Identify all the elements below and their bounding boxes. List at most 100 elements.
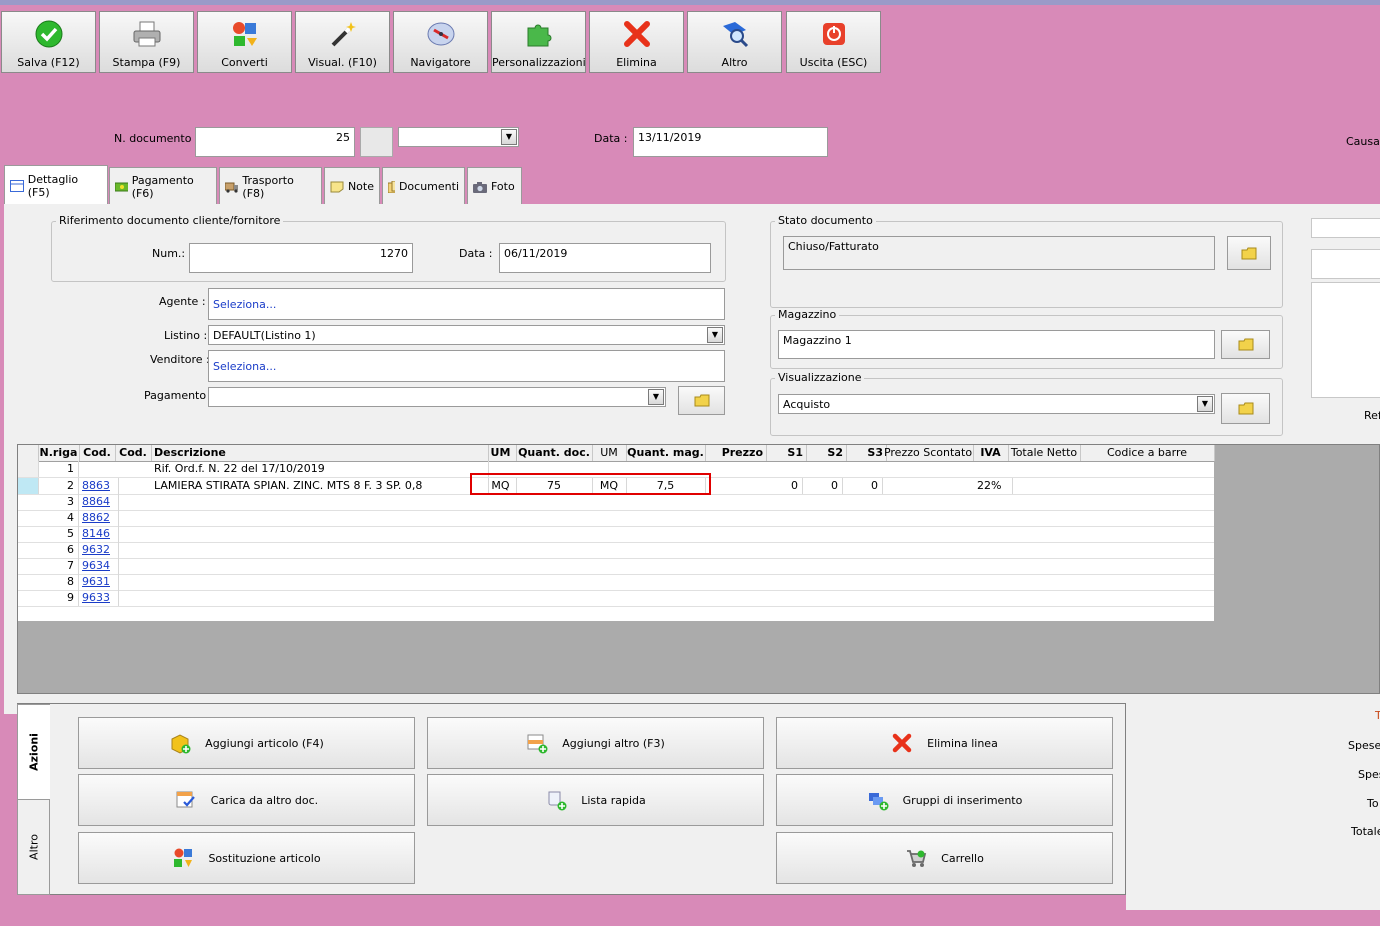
agente-field[interactable]: Seleziona...	[208, 288, 725, 320]
altro-button[interactable]: Altro	[687, 11, 782, 73]
note-icon	[330, 181, 344, 192]
ndoc-suffix-field[interactable]	[360, 127, 393, 157]
tab-note[interactable]: Note	[324, 167, 380, 205]
carica-altro-doc-label: Carica da altro doc.	[210, 793, 319, 807]
carica-altro-doc-button[interactable]: Carica da altro doc.	[78, 774, 415, 826]
row9-cod-link[interactable]: 9633	[79, 590, 119, 606]
table-icon	[10, 179, 24, 192]
carrello-label: Carrello	[941, 851, 984, 865]
visualizzazione-folder-button[interactable]	[1221, 393, 1270, 424]
lista-rapida-button[interactable]: Lista rapida	[427, 774, 764, 826]
aggiungi-altro-button[interactable]: Aggiungi altro (F3)	[427, 717, 764, 769]
convert-shapes-icon	[174, 848, 193, 867]
elimina-linea-button[interactable]: Elimina linea	[776, 717, 1113, 769]
col-nriga[interactable]: N.riga	[38, 445, 80, 461]
venditore-field[interactable]: Seleziona...	[208, 350, 725, 382]
tab-azioni[interactable]: Azioni	[17, 704, 50, 800]
uscita-button[interactable]: Uscita (ESC)	[786, 11, 881, 73]
carrello-button[interactable]: Carrello	[776, 832, 1113, 884]
row4-nriga: 4	[38, 510, 79, 526]
col-quant-mag[interactable]: Quant. mag.	[626, 445, 706, 461]
col-totale-netto[interactable]: Totale Netto	[1008, 445, 1081, 461]
col-descrizione[interactable]: Descrizione	[151, 445, 489, 461]
lista-rapida-label: Lista rapida	[581, 793, 646, 807]
data-field[interactable]: 13/11/2019	[633, 127, 828, 157]
personalizzazioni-button[interactable]: Personalizzazioni	[491, 11, 586, 73]
visual-button[interactable]: Visual. (F10)	[295, 11, 390, 73]
elimina-button[interactable]: Elimina	[589, 11, 684, 73]
col-iva[interactable]: IVA	[973, 445, 1009, 461]
converti-button[interactable]: Converti	[197, 11, 292, 73]
magazzino-field[interactable]: Magazzino 1	[778, 330, 1215, 359]
row-indicator-selected[interactable]	[18, 478, 39, 494]
navigatore-button[interactable]: Navigatore	[393, 11, 488, 73]
gruppi-inserimento-button[interactable]: Gruppi di inserimento	[776, 774, 1113, 826]
group-add-icon	[868, 793, 889, 811]
converti-label: Converti	[221, 56, 268, 69]
row2-descrizione[interactable]: LAMIERA STIRATA SPIAN. ZINC. MTS 8 F. 3 …	[151, 478, 489, 494]
row2-iva[interactable]: 22%	[973, 478, 1013, 494]
pagamento-folder-button[interactable]	[678, 386, 725, 415]
tab-note-label: Note	[347, 180, 374, 193]
delete-x-icon	[590, 19, 683, 49]
cart-icon	[907, 850, 927, 867]
row2-s2[interactable]: 0	[803, 478, 843, 494]
col-um[interactable]: UM	[485, 445, 517, 461]
chevron-down-icon: ▼	[501, 129, 517, 145]
col-codice-barre[interactable]: Codice a barre	[1080, 445, 1215, 461]
right-partial-notes[interactable]	[1311, 282, 1380, 398]
row-indicator[interactable]	[18, 461, 39, 477]
ndoc-field[interactable]: 25	[195, 127, 355, 157]
causale-label: Causal	[1346, 135, 1380, 148]
chevron-down-icon: ▼	[707, 327, 723, 343]
aggiungi-articolo-button[interactable]: Aggiungi articolo (F4)	[78, 717, 415, 769]
row4-cod-link[interactable]: 8862	[79, 510, 119, 526]
tab-documenti[interactable]: Documenti	[382, 167, 465, 205]
row8-cod-link[interactable]: 9631	[79, 574, 119, 590]
tab-altro-label: Altro	[27, 834, 40, 860]
stato-folder-button[interactable]	[1227, 236, 1271, 270]
totale-label-partial: To	[1367, 797, 1379, 810]
col-prezzo[interactable]: Prezzo	[705, 445, 767, 461]
row3-cod-link[interactable]: 8864	[79, 494, 119, 510]
magazzino-folder-button[interactable]	[1221, 330, 1270, 359]
col-prezzo-scontato[interactable]: Prezzo Scontato	[883, 445, 974, 461]
col-s3[interactable]: S3	[843, 445, 887, 461]
salva-button[interactable]: Salva (F12)	[1, 11, 96, 73]
row5-cod-link[interactable]: 8146	[79, 526, 119, 542]
tab-pagamento[interactable]: Pagamento (F6)	[109, 167, 217, 205]
window-bottom-border	[0, 910, 1380, 926]
row2-s3[interactable]: 0	[843, 478, 883, 494]
col-cod[interactable]: Cod.	[79, 445, 116, 461]
col-quant-doc[interactable]: Quant. doc.	[516, 445, 593, 461]
row2-s1[interactable]: 0	[763, 478, 803, 494]
right-partial-field-2[interactable]	[1311, 249, 1380, 279]
listino-dropdown[interactable]: DEFAULT(Listino 1) ▼	[208, 325, 725, 345]
tab-dettaglio[interactable]: Dettaglio (F5)	[4, 165, 108, 205]
row6-cod-link[interactable]: 9632	[79, 542, 119, 558]
sostituzione-articolo-label: Sostituzione articolo	[208, 851, 321, 865]
rif-data-field[interactable]: 06/11/2019	[499, 243, 711, 273]
sostituzione-articolo-button[interactable]: Sostituzione articolo	[78, 832, 415, 884]
tab-trasporto[interactable]: Trasporto (F8)	[219, 167, 322, 205]
row7-cod-link[interactable]: 9634	[79, 558, 119, 574]
pagamento-dropdown[interactable]: ▼	[208, 387, 666, 407]
compass-icon	[394, 19, 487, 49]
col-s2[interactable]: S2	[803, 445, 847, 461]
stampa-button[interactable]: Stampa (F9)	[99, 11, 194, 73]
col-cod2[interactable]: Cod.	[115, 445, 152, 461]
series-dropdown[interactable]: ▼	[398, 127, 519, 147]
rif-num-field[interactable]: 1270	[189, 243, 413, 273]
row6-nriga: 6	[38, 542, 79, 558]
power-icon	[787, 19, 880, 49]
col-um2[interactable]: UM	[592, 445, 627, 461]
tab-foto[interactable]: Foto	[467, 167, 522, 205]
row2-cod-link[interactable]: 8863	[79, 478, 119, 494]
folder-icon	[1238, 402, 1253, 415]
visual-label: Visual. (F10)	[308, 56, 377, 69]
tab-altro-actions[interactable]: Altro	[17, 799, 50, 895]
altro-label: Altro	[721, 56, 748, 69]
visualizzazione-dropdown[interactable]: Acquisto ▼	[778, 394, 1215, 414]
col-s1[interactable]: S1	[763, 445, 807, 461]
right-partial-field-1[interactable]	[1311, 218, 1380, 238]
